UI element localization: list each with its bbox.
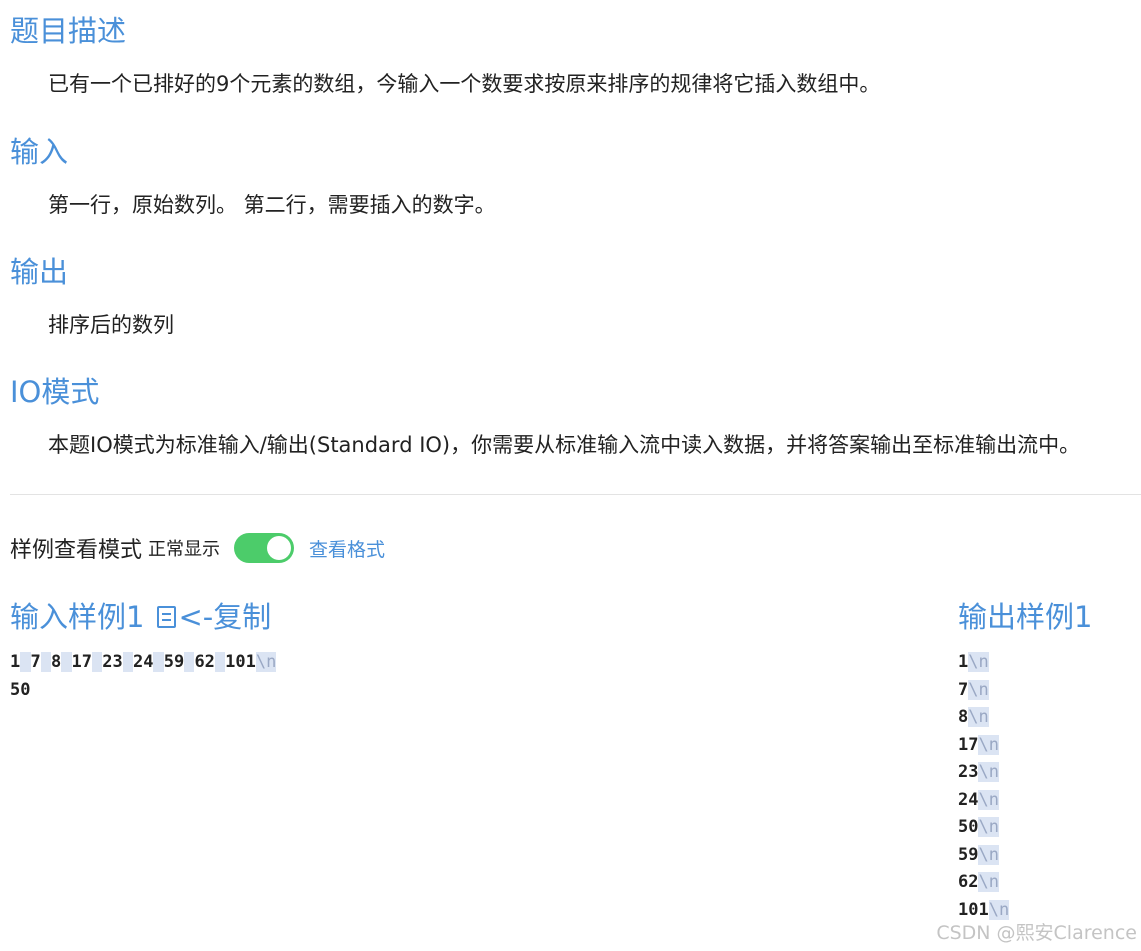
output-sample-header: 输出样例1 bbox=[958, 599, 1092, 635]
io-mode-title: IO模式 bbox=[10, 375, 100, 409]
copy-button[interactable]: <-复制 bbox=[178, 599, 271, 635]
space-marker bbox=[61, 652, 72, 672]
output-sample-line: 1\n bbox=[958, 649, 1009, 677]
sample-mode-toggle[interactable] bbox=[234, 533, 295, 563]
input-sample-title: 输入样例1 bbox=[10, 600, 145, 634]
space-marker bbox=[91, 652, 103, 672]
space-marker bbox=[214, 652, 226, 672]
newline-marker: \n bbox=[968, 707, 989, 727]
input-sample-token: 101 bbox=[225, 652, 256, 672]
output-sample-line: 24\n bbox=[958, 787, 1009, 815]
input-sample-token: 23 bbox=[102, 652, 123, 672]
output-sample-token: 7 bbox=[958, 679, 969, 700]
input-sample-token: 1 bbox=[10, 652, 21, 672]
output-sample-line: 8\n bbox=[958, 704, 1009, 732]
section-divider bbox=[10, 494, 1141, 495]
space-marker bbox=[184, 652, 195, 672]
sample-mode-label: 样例查看模式 bbox=[10, 538, 143, 563]
output-sample-line: 23\n bbox=[958, 759, 1009, 787]
input-sample-token: 7 bbox=[30, 652, 41, 672]
output-sample-token: 17 bbox=[958, 734, 979, 755]
input-sample-token: 17 bbox=[71, 652, 92, 672]
newline-marker: \n bbox=[968, 652, 989, 672]
output-sample-code: 1\n 7\n 8\n 17\n 23\n 24\n 50\n 59\n 62\n 101\n bbox=[958, 649, 1010, 924]
input-sample-token: 62 bbox=[194, 652, 215, 672]
newline-marker: \n bbox=[978, 789, 999, 810]
newline-marker: \n bbox=[978, 734, 999, 755]
space-marker bbox=[153, 652, 164, 672]
sample-mode-value: 正常显示 bbox=[148, 539, 221, 560]
newline-marker: \n bbox=[978, 817, 999, 837]
input-title: 输入 bbox=[10, 135, 69, 169]
output-sample-token: 1 bbox=[958, 652, 969, 672]
space-marker bbox=[122, 652, 133, 672]
newline-marker: \n bbox=[978, 762, 999, 782]
space-marker bbox=[40, 652, 51, 672]
output-sample-token: 101 bbox=[958, 899, 989, 920]
input-sample-line: 1 7 8 17 23 24 59 62 101\n bbox=[10, 649, 277, 677]
output-body: 排序后的数列 bbox=[48, 313, 174, 337]
input-sample-token: 59 bbox=[163, 652, 185, 672]
toggle-knob bbox=[267, 536, 292, 560]
output-sample-token: 23 bbox=[958, 762, 979, 782]
description-title: 题目描述 bbox=[10, 14, 127, 48]
newline-marker: \n bbox=[968, 679, 989, 700]
input-sample-line: 50 bbox=[10, 677, 276, 705]
input-sample-token: 50 bbox=[10, 679, 31, 700]
output-sample-line: 7\n bbox=[958, 677, 1009, 705]
newline-marker: \n bbox=[978, 872, 999, 892]
space-marker bbox=[20, 652, 31, 672]
watermark: CSDN @熙安Clarence bbox=[936, 922, 1137, 944]
output-sample-line: 59\n bbox=[958, 842, 1009, 870]
output-sample-token: 62 bbox=[958, 872, 979, 892]
input-sample-token: 24 bbox=[132, 652, 154, 672]
output-sample-token: 8 bbox=[958, 707, 969, 727]
newline-marker: \n bbox=[255, 652, 277, 672]
output-sample-title: 输出样例1 bbox=[958, 600, 1093, 634]
input-sample-token: 8 bbox=[51, 652, 62, 672]
output-sample-line: 62\n bbox=[958, 869, 1009, 897]
output-sample-line: 17\n bbox=[958, 732, 1009, 760]
view-format-link[interactable]: 查看格式 bbox=[309, 535, 385, 562]
input-body: 第一行，原始数列。 第二行，需要插入的数字。 bbox=[48, 193, 496, 217]
output-sample-token: 50 bbox=[958, 817, 979, 837]
newline-marker: \n bbox=[988, 899, 1010, 920]
input-sample-code: 1 7 8 17 23 24 59 62 101\n 50 bbox=[10, 649, 277, 705]
sample-mode-row: 样例查看模式 正常显示 查看格式 bbox=[10, 530, 385, 566]
description-body: 已有一个已排好的9个元素的数组，今输入一个数要求按原来排序的规律将它插入数组中。 bbox=[48, 72, 881, 96]
copy-icon[interactable] bbox=[157, 606, 177, 628]
output-sample-line: 50\n bbox=[958, 814, 1009, 842]
input-sample-header: 输入样例1 <-复制 bbox=[10, 599, 271, 635]
output-sample-token: 24 bbox=[958, 789, 979, 810]
io-mode-body: 本题IO模式为标准输入/输出(Standard IO)，你需要从标准输入流中读入… bbox=[48, 433, 1081, 457]
newline-marker: \n bbox=[978, 844, 999, 865]
output-sample-token: 59 bbox=[958, 844, 979, 865]
output-title: 输出 bbox=[10, 255, 69, 289]
